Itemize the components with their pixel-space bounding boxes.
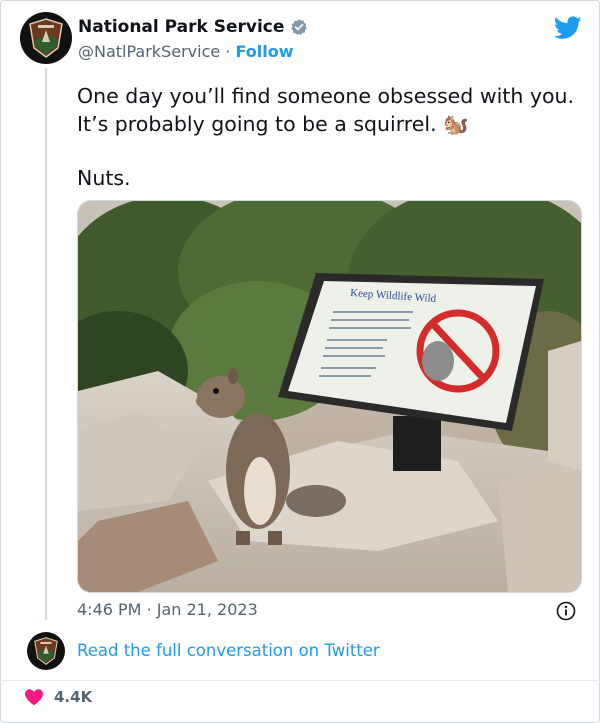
tweet-line-1: One day you’ll find someone obsessed wit…: [77, 84, 575, 136]
separator: ·: [225, 42, 231, 61]
tweet-timestamp[interactable]: 4:46 PM · Jan 21, 2023: [77, 600, 258, 619]
verified-badge-icon: [291, 19, 308, 35]
divider: [0, 680, 600, 681]
tweet-body: One day you’ll find someone obsessed wit…: [77, 82, 577, 192]
separator: ·: [146, 600, 152, 619]
nps-avatar-small[interactable]: [27, 632, 65, 670]
author-handle-row: @NatlParkService · Follow: [78, 42, 294, 61]
thread-line: [45, 68, 47, 620]
read-conversation-link[interactable]: Read the full conversation on Twitter: [77, 641, 380, 660]
heart-icon: [25, 689, 43, 706]
info-icon[interactable]: [556, 601, 576, 621]
squirrel-photo-icon: Keep Wildlife Wild: [78, 201, 581, 592]
tweet-time: 4:46 PM: [77, 600, 142, 619]
follow-button[interactable]: Follow: [235, 42, 293, 61]
like-button[interactable]: 4.4K: [24, 688, 92, 706]
tweet-line-2: Nuts.: [77, 166, 131, 190]
author-name[interactable]: National Park Service: [78, 17, 284, 37]
tweet-date: Jan 21, 2023: [156, 600, 258, 619]
author-row: National Park Service: [78, 17, 308, 37]
nps-arrowhead-icon: [29, 18, 63, 58]
tweet-photo[interactable]: Keep Wildlife Wild: [77, 200, 582, 593]
twitter-bird-icon[interactable]: [554, 16, 582, 40]
nps-arrowhead-icon: [34, 637, 58, 665]
author-handle[interactable]: @NatlParkService: [78, 42, 220, 61]
nps-avatar[interactable]: [20, 12, 72, 64]
like-count: 4.4K: [54, 688, 93, 706]
